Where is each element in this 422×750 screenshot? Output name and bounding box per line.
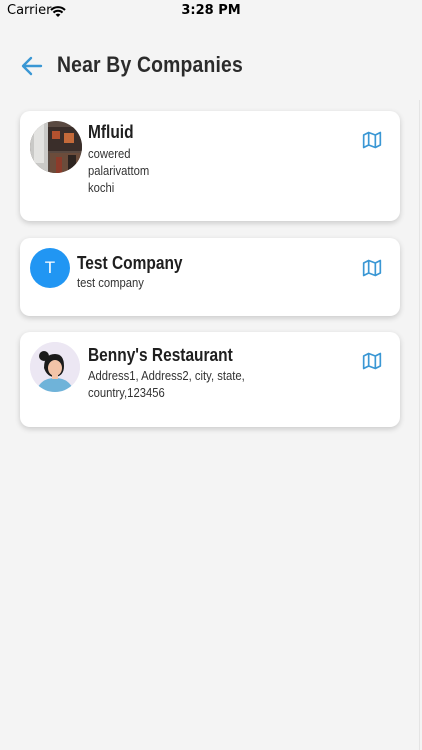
address-line: cowered — [88, 147, 131, 161]
company-avatar — [30, 121, 82, 173]
company-card-bennys-restaurant[interactable]: Benny's Restaurant Address1, Address2, c… — [20, 332, 400, 427]
arrow-left-icon — [21, 56, 43, 76]
address-line: test company — [77, 276, 144, 290]
map-button[interactable] — [362, 351, 382, 371]
map-icon — [362, 352, 382, 370]
map-icon — [362, 131, 382, 149]
status-bar: Carrier 3:28 PM — [0, 0, 422, 24]
company-card-mfluid[interactable]: Mfluid cowered palarivattom kochi — [20, 111, 400, 221]
company-name: Mfluid — [88, 122, 134, 142]
clock: 3:28 PM — [181, 3, 241, 18]
company-avatar: T — [30, 248, 70, 288]
company-address: Address1, Address2, city, state, country… — [88, 368, 245, 402]
avatar-initial: T — [44, 258, 56, 277]
header: Near By Companies — [0, 50, 422, 84]
address-line: Address1, Address2, city, state, — [88, 369, 245, 383]
company-address: cowered palarivattom kochi — [88, 146, 149, 197]
company-name: Benny's Restaurant — [88, 345, 233, 365]
page-title: Near By Companies — [57, 52, 243, 77]
map-button[interactable] — [362, 258, 382, 278]
map-button[interactable] — [362, 130, 382, 150]
company-address: test company — [77, 275, 144, 292]
back-button[interactable] — [20, 54, 44, 78]
address-line: palarivattom — [88, 164, 150, 178]
company-name: Test Company — [77, 253, 183, 273]
scroll-edge — [419, 100, 420, 750]
company-avatar — [30, 342, 80, 392]
address-line: kochi — [88, 181, 115, 195]
map-icon — [362, 259, 382, 277]
company-card-test-company[interactable]: T Test Company test company — [20, 238, 400, 316]
address-line: country,123456 — [88, 386, 165, 400]
